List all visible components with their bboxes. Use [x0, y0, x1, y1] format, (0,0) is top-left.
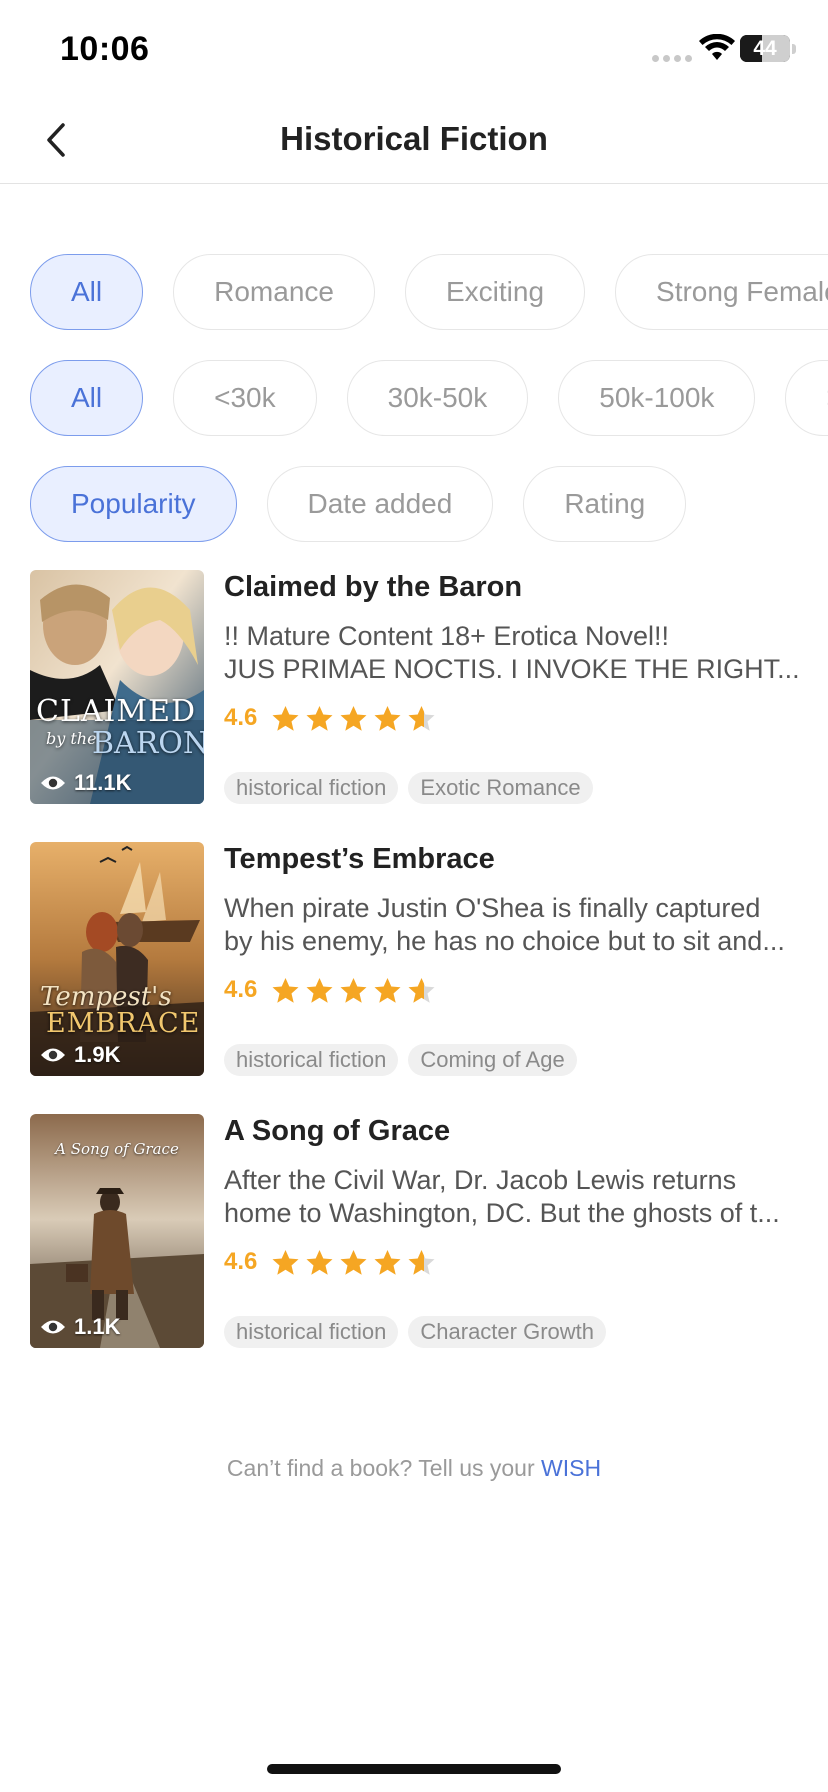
star-icon	[271, 1248, 300, 1277]
book-title[interactable]: Claimed by the Baron	[224, 570, 828, 604]
book-cover[interactable]: 11.1K CLAIMED by the BARON	[30, 570, 204, 804]
cover-title: Tempest's EMBRACE	[40, 982, 201, 1039]
tag-chip[interactable]: Character Growth	[408, 1316, 607, 1348]
rating-value: 4.6	[224, 1248, 258, 1275]
book-description: After the Civil War, Dr. Jacob Lewis ret…	[224, 1165, 780, 1228]
book-item[interactable]: 11.1K CLAIMED by the BARON Claimed by th…	[30, 570, 828, 804]
book-cover[interactable]: 1.9K Tempest's EMBRACE	[30, 842, 204, 1076]
star-icon	[305, 704, 334, 733]
screen: 10:06 44 Historical Fiction All Romance …	[0, 0, 828, 1792]
rating-value: 4.6	[224, 704, 258, 731]
tag-filter-row: All Romance Exciting Strong Female L	[30, 254, 828, 330]
sort-chip-date-added[interactable]: Date added	[266, 466, 494, 542]
view-count: 1.1K	[40, 1314, 120, 1340]
book-tags: historical fiction Exotic Romance	[224, 772, 593, 804]
rating-value: 4.6	[224, 976, 258, 1003]
tag-chip[interactable]: Exotic Romance	[408, 772, 593, 804]
battery-tip	[792, 44, 796, 54]
star-icon	[305, 976, 334, 1005]
home-indicator[interactable]	[267, 1764, 561, 1774]
filter-chip-under-30k[interactable]: <30k	[173, 360, 317, 436]
sort-chip-rating[interactable]: Rating	[523, 466, 687, 542]
star-icon	[407, 1248, 436, 1277]
star-icon	[373, 1248, 402, 1277]
star-icon	[339, 704, 368, 733]
tag-chip[interactable]: historical fiction	[224, 1044, 399, 1076]
eye-icon	[41, 1320, 65, 1334]
star-icon	[271, 976, 300, 1005]
filter-chip-50k-100k[interactable]: 50k-100k	[558, 360, 756, 436]
book-tags: historical fiction Character Growth	[224, 1316, 607, 1348]
wish-prompt: Can’t find a book? Tell us your WISH	[0, 1455, 828, 1482]
page-title: Historical Fiction	[280, 120, 548, 157]
wish-prompt-text: Can’t find a book? Tell us your	[226, 1455, 542, 1481]
book-cover[interactable]: 1.1K A Song of Grace	[30, 1114, 204, 1348]
eye-icon	[41, 1048, 65, 1062]
view-count-text: 1.9K	[74, 1042, 121, 1067]
cover-title: CLAIMED by the BARON	[36, 694, 204, 761]
filter-chip-all-tags[interactable]: All	[30, 254, 144, 330]
battery-icon: 44	[740, 35, 790, 62]
book-title[interactable]: A Song of Grace	[224, 1114, 828, 1148]
rating-row: 4.6	[224, 702, 828, 734]
rating-row: 4.6	[224, 1246, 828, 1278]
book-list: 11.1K CLAIMED by the BARON Claimed by th…	[30, 570, 828, 1386]
book-description: When pirate Justin O'Shea is finally cap…	[224, 893, 785, 956]
filter-chip-over-100k[interactable]: >	[785, 360, 828, 436]
eye-icon	[41, 776, 65, 790]
cover-title: A Song of Grace	[55, 1140, 179, 1158]
book-cover-art	[30, 842, 204, 1076]
star-icon	[407, 976, 436, 1005]
status-bar: 10:06 44	[0, 0, 828, 96]
book-info: Claimed by the Baron !! Mature Content 1…	[224, 570, 828, 804]
wish-link[interactable]: WISH	[541, 1455, 601, 1481]
wifi-icon	[699, 34, 735, 60]
tag-chip[interactable]: historical fiction	[224, 772, 399, 804]
view-count-text: 1.1K	[74, 1314, 121, 1339]
view-count-text: 11.1K	[74, 770, 132, 795]
star-icon	[305, 1248, 334, 1277]
rating-row: 4.6	[224, 974, 828, 1006]
filter-chip-exciting[interactable]: Exciting	[404, 254, 586, 330]
star-rating	[271, 704, 436, 733]
star-icon	[373, 704, 402, 733]
book-item[interactable]: 1.1K A Song of Grace A Song of Grace Aft…	[30, 1114, 828, 1348]
filter-chip-all-lengths[interactable]: All	[30, 360, 144, 436]
book-info: A Song of Grace After the Civil War, Dr.…	[224, 1114, 828, 1348]
filter-chip-romance[interactable]: Romance	[173, 254, 375, 330]
view-count: 1.9K	[40, 1042, 120, 1068]
book-title[interactable]: Tempest’s Embrace	[224, 842, 828, 876]
book-cover-art	[30, 570, 204, 804]
view-count: 11.1K	[40, 770, 132, 796]
status-time: 10:06	[60, 30, 150, 68]
sort-chip-popularity[interactable]: Popularity	[30, 466, 237, 542]
star-rating	[271, 976, 436, 1005]
cellular-signal-icon	[652, 55, 692, 62]
word-count-filter-row: All <30k 30k-50k 50k-100k >	[30, 360, 828, 436]
star-icon	[407, 704, 436, 733]
tag-chip[interactable]: Coming of Age	[408, 1044, 577, 1076]
book-item[interactable]: 1.9K Tempest's EMBRACE Tempest’s Embrace…	[30, 842, 828, 1076]
book-info: Tempest’s Embrace When pirate Justin O'S…	[224, 842, 828, 1076]
filter-chip-strong-female-lead[interactable]: Strong Female L	[615, 254, 828, 330]
nav-bar: Historical Fiction	[0, 96, 828, 184]
tag-chip[interactable]: historical fiction	[224, 1316, 399, 1348]
star-icon	[373, 976, 402, 1005]
star-rating	[271, 1248, 436, 1277]
book-description: !! Mature Content 18+ Erotica Novel!! JU…	[224, 621, 800, 684]
star-icon	[339, 1248, 368, 1277]
star-icon	[271, 704, 300, 733]
star-icon	[339, 976, 368, 1005]
book-tags: historical fiction Coming of Age	[224, 1044, 577, 1076]
sort-row: Popularity Date added Rating	[30, 466, 687, 542]
filter-chip-30k-50k[interactable]: 30k-50k	[346, 360, 529, 436]
battery-percent: 44	[753, 36, 777, 60]
